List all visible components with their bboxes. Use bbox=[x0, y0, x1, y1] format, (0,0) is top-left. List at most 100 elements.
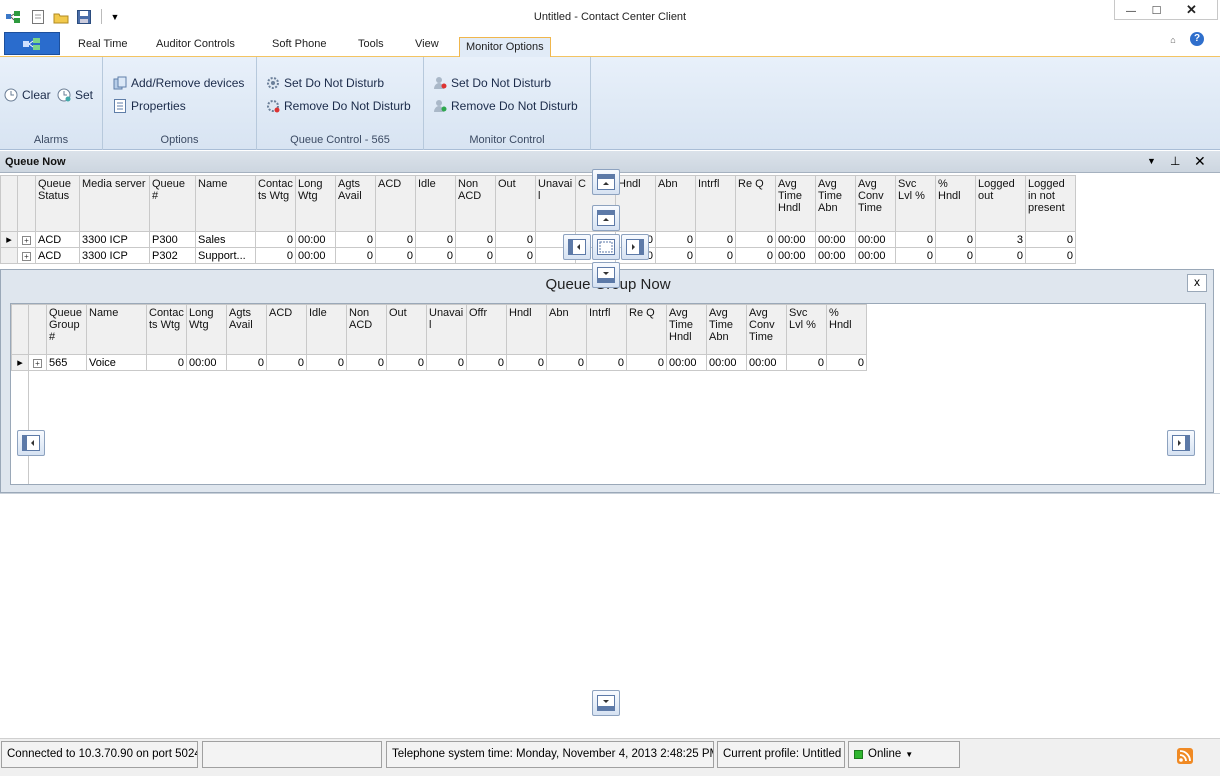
add-remove-devices-button[interactable]: Add/Remove devices bbox=[113, 76, 244, 90]
gear-remove-icon bbox=[266, 99, 280, 113]
monitor-remove-dnd-button[interactable]: Remove Do Not Disturb bbox=[433, 99, 578, 113]
expand-row-icon[interactable]: + bbox=[28, 354, 47, 371]
monitor-set-dnd-button[interactable]: Set Do Not Disturb bbox=[433, 76, 551, 90]
tab-tools[interactable]: Tools bbox=[350, 37, 392, 56]
column-header[interactable]: Abn bbox=[655, 175, 696, 232]
column-header[interactable]: Hndl bbox=[506, 304, 547, 355]
tab-monitor-options[interactable]: Monitor Options bbox=[459, 37, 551, 58]
queue-group-now-window[interactable]: Queue Group Now x Queue Group #NameConta… bbox=[0, 269, 1214, 493]
queue-group-close-button[interactable]: x bbox=[1187, 274, 1207, 292]
column-header[interactable]: Long Wtg bbox=[186, 304, 227, 355]
column-header[interactable]: Non ACD bbox=[346, 304, 387, 355]
expand-row-icon[interactable]: + bbox=[17, 247, 36, 264]
panel-close-icon[interactable]: ✕ bbox=[1194, 153, 1206, 170]
set-alarm-button[interactable]: Set bbox=[57, 88, 93, 102]
dock-outer-right-icon[interactable] bbox=[1167, 430, 1195, 456]
column-header[interactable]: Svc Lvl % bbox=[786, 304, 827, 355]
dock-outer-bottom-icon[interactable] bbox=[592, 690, 620, 716]
table-cell: 0 bbox=[935, 231, 976, 248]
table-cell: 3300 ICP bbox=[79, 231, 150, 248]
table-cell: 0 bbox=[1025, 231, 1076, 248]
presence-dropdown[interactable]: Online ▼ bbox=[848, 741, 960, 768]
application-menu-button[interactable] bbox=[4, 32, 60, 55]
column-header[interactable]: Contac ts Wtg bbox=[146, 304, 187, 355]
column-header[interactable]: Queue Group # bbox=[46, 304, 87, 355]
column-header[interactable]: Idle bbox=[306, 304, 347, 355]
dock-center-icon[interactable] bbox=[592, 234, 620, 260]
column-header[interactable]: Avg Conv Time bbox=[855, 175, 896, 232]
dock-bottom-icon[interactable] bbox=[592, 262, 620, 288]
clear-alarm-button[interactable]: Clear bbox=[4, 88, 51, 102]
column-header[interactable]: ACD bbox=[375, 175, 416, 232]
column-header[interactable]: Avg Conv Time bbox=[746, 304, 787, 355]
row-selector[interactable]: ▸ bbox=[11, 354, 29, 371]
dock-top-icon[interactable] bbox=[592, 205, 620, 231]
help-icon[interactable]: ? bbox=[1190, 32, 1204, 46]
table-row[interactable]: ▸+ACD3300 ICPP300Sales000:00000000000000… bbox=[0, 231, 1076, 248]
column-header[interactable]: Avg Time Abn bbox=[815, 175, 856, 232]
table-cell: ACD bbox=[35, 247, 80, 264]
table-row[interactable]: + ACD 3300 ICP P302 Support... 0 00:00 0 0 0 0 0 0 0 0… bbox=[0, 247, 1076, 264]
collapse-ribbon-icon[interactable]: ⌂ bbox=[1166, 33, 1180, 47]
column-header[interactable]: Offr bbox=[466, 304, 507, 355]
expand-row-icon[interactable]: + bbox=[17, 231, 36, 248]
column-header[interactable]: Avg Time Hndl bbox=[775, 175, 816, 232]
column-header[interactable]: % Hndl bbox=[935, 175, 976, 232]
column-header[interactable]: Idle bbox=[415, 175, 456, 232]
rss-icon[interactable] bbox=[1177, 748, 1193, 764]
dock-top-outer-icon[interactable] bbox=[592, 169, 620, 195]
column-header[interactable]: Hndl bbox=[615, 175, 656, 232]
table-cell: 00:00 bbox=[775, 231, 816, 248]
column-header[interactable]: Agts Avail bbox=[335, 175, 376, 232]
tab-view[interactable]: View bbox=[407, 37, 447, 56]
chevron-down-icon: ▼ bbox=[905, 750, 914, 759]
properties-button[interactable]: Properties bbox=[113, 99, 186, 113]
queue-set-dnd-button[interactable]: Set Do Not Disturb bbox=[266, 76, 384, 90]
table-cell: 0 bbox=[626, 354, 667, 371]
column-header[interactable]: % Hndl bbox=[826, 304, 867, 355]
column-header[interactable]: Contac ts Wtg bbox=[255, 175, 296, 232]
panel-menu-icon[interactable]: ▼ bbox=[1147, 156, 1156, 166]
pin-icon[interactable]: ⊥ bbox=[1170, 154, 1180, 168]
table-cell: 0 bbox=[655, 247, 696, 264]
alarms-group-label: Alarms bbox=[33, 134, 69, 146]
column-header[interactable]: ACD bbox=[266, 304, 307, 355]
dock-outer-left-icon[interactable] bbox=[17, 430, 45, 456]
column-header[interactable]: Logged in not present bbox=[1025, 175, 1076, 232]
column-header[interactable]: Re Q bbox=[626, 304, 667, 355]
tab-real-time[interactable]: Real Time bbox=[70, 37, 136, 56]
column-header[interactable]: Out bbox=[386, 304, 427, 355]
column-header[interactable]: Re Q bbox=[735, 175, 776, 232]
column-header[interactable]: Svc Lvl % bbox=[895, 175, 936, 232]
column-header[interactable]: Queue Status bbox=[35, 175, 80, 232]
column-header[interactable]: Media server bbox=[79, 175, 150, 232]
column-header[interactable]: Out bbox=[495, 175, 536, 232]
column-header[interactable]: Long Wtg bbox=[295, 175, 336, 232]
column-header[interactable]: Queue # bbox=[149, 175, 196, 232]
column-header[interactable]: Name bbox=[86, 304, 147, 355]
tab-soft-phone[interactable]: Soft Phone bbox=[264, 37, 334, 56]
column-header[interactable]: Non ACD bbox=[455, 175, 496, 232]
column-header[interactable]: Intrfl bbox=[586, 304, 627, 355]
dock-right-icon[interactable] bbox=[621, 234, 649, 260]
dock-left-icon[interactable] bbox=[563, 234, 591, 260]
column-header[interactable]: Abn bbox=[546, 304, 587, 355]
table-cell: 0 bbox=[655, 231, 696, 248]
row-selector[interactable] bbox=[0, 247, 18, 264]
column-header[interactable]: Agts Avail bbox=[226, 304, 267, 355]
table-cell: 0 bbox=[735, 231, 776, 248]
column-header[interactable]: Name bbox=[195, 175, 256, 232]
table-row[interactable]: ▸ +565 Voice 0 00:00 0 0 0 0 0 0 0 0 0 0 0 00:00 00:00 00:… bbox=[11, 354, 867, 371]
column-header[interactable]: Avg Time Abn bbox=[706, 304, 747, 355]
close-button[interactable]: ✕ bbox=[1166, 0, 1218, 20]
row-selector[interactable]: ▸ bbox=[0, 231, 18, 248]
tab-auditor-controls[interactable]: Auditor Controls bbox=[148, 37, 243, 56]
table-cell: 3 bbox=[975, 231, 1026, 248]
column-header[interactable]: Logged out bbox=[975, 175, 1026, 232]
column-header[interactable]: Unavai l bbox=[535, 175, 576, 232]
column-header[interactable]: Unavai l bbox=[426, 304, 467, 355]
column-header[interactable]: Avg Time Hndl bbox=[666, 304, 707, 355]
add-remove-label: Add/Remove devices bbox=[131, 76, 245, 90]
column-header[interactable]: Intrfl bbox=[695, 175, 736, 232]
queue-remove-dnd-button[interactable]: Remove Do Not Disturb bbox=[266, 99, 411, 113]
